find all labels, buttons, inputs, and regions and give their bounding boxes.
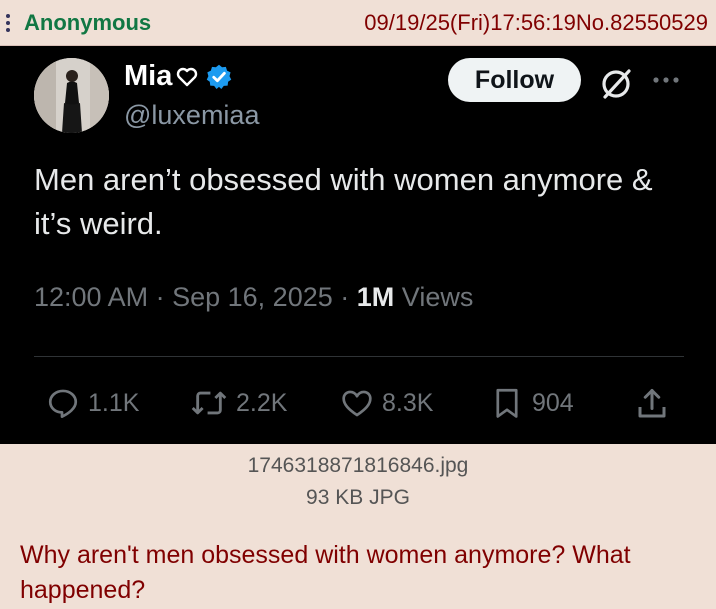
heart-icon bbox=[177, 67, 198, 86]
tweet-text: Men aren’t obsessed with women anymore &… bbox=[34, 162, 653, 241]
post-comment: Why aren't men obsessed with women anymo… bbox=[20, 541, 631, 604]
post-header: Anonymous 09/19/25(Fri)17:56:19 No.82550… bbox=[0, 0, 716, 46]
repost-icon bbox=[191, 391, 227, 415]
follow-button[interactable]: Follow bbox=[448, 58, 581, 102]
meta-separator: · bbox=[340, 282, 357, 312]
tweet-time[interactable]: 12:00 AM bbox=[34, 282, 148, 312]
bookmark-button[interactable]: 904 bbox=[490, 386, 574, 420]
tweet-date[interactable]: Sep 16, 2025 bbox=[172, 282, 333, 312]
post-number[interactable]: No.82550529 bbox=[576, 10, 708, 36]
reply-button[interactable]: 1.1K bbox=[46, 386, 139, 420]
avatar bbox=[34, 58, 109, 133]
bookmark-count: 904 bbox=[532, 388, 574, 417]
meta-separator: · bbox=[155, 282, 173, 312]
views-count: 1M bbox=[356, 282, 395, 312]
repost-button[interactable]: 2.2K bbox=[190, 386, 287, 420]
tweet-meta: 12:00 AM · Sep 16, 2025 · 1M Views bbox=[34, 282, 473, 313]
display-name-text: Mia bbox=[124, 60, 173, 92]
like-count: 8.3K bbox=[382, 388, 434, 417]
tweet-image[interactable]: Mia @luxemiaa Follow Men aren’t obsessed… bbox=[0, 46, 716, 444]
share-icon bbox=[638, 389, 666, 418]
handle[interactable]: @luxemiaa bbox=[124, 100, 259, 131]
divider bbox=[34, 356, 684, 357]
verified-icon bbox=[207, 64, 232, 89]
views-label: Views bbox=[401, 282, 474, 312]
bookmark-icon bbox=[496, 388, 518, 418]
grok-icon[interactable] bbox=[596, 64, 636, 104]
post-meta: 09/19/25(Fri)17:56:19 No.82550529 bbox=[364, 10, 708, 36]
reply-count: 1.1K bbox=[88, 388, 140, 417]
post-datetime: 09/19/25(Fri)17:56:19 bbox=[364, 9, 576, 35]
share-button[interactable] bbox=[634, 386, 678, 422]
more-icon[interactable] bbox=[652, 76, 680, 84]
like-icon bbox=[342, 390, 372, 417]
file-name[interactable]: 1746318871816846.jpg bbox=[0, 454, 716, 478]
repost-count: 2.2K bbox=[236, 388, 288, 417]
display-name[interactable]: Mia bbox=[124, 60, 233, 93]
menu-icon[interactable] bbox=[6, 13, 10, 32]
poster-name: Anonymous bbox=[24, 9, 152, 35]
post-header-left: Anonymous bbox=[6, 10, 151, 36]
file-meta: 93 KB JPG bbox=[306, 486, 410, 509]
like-button[interactable]: 8.3K bbox=[340, 386, 433, 420]
reply-icon bbox=[48, 389, 78, 418]
